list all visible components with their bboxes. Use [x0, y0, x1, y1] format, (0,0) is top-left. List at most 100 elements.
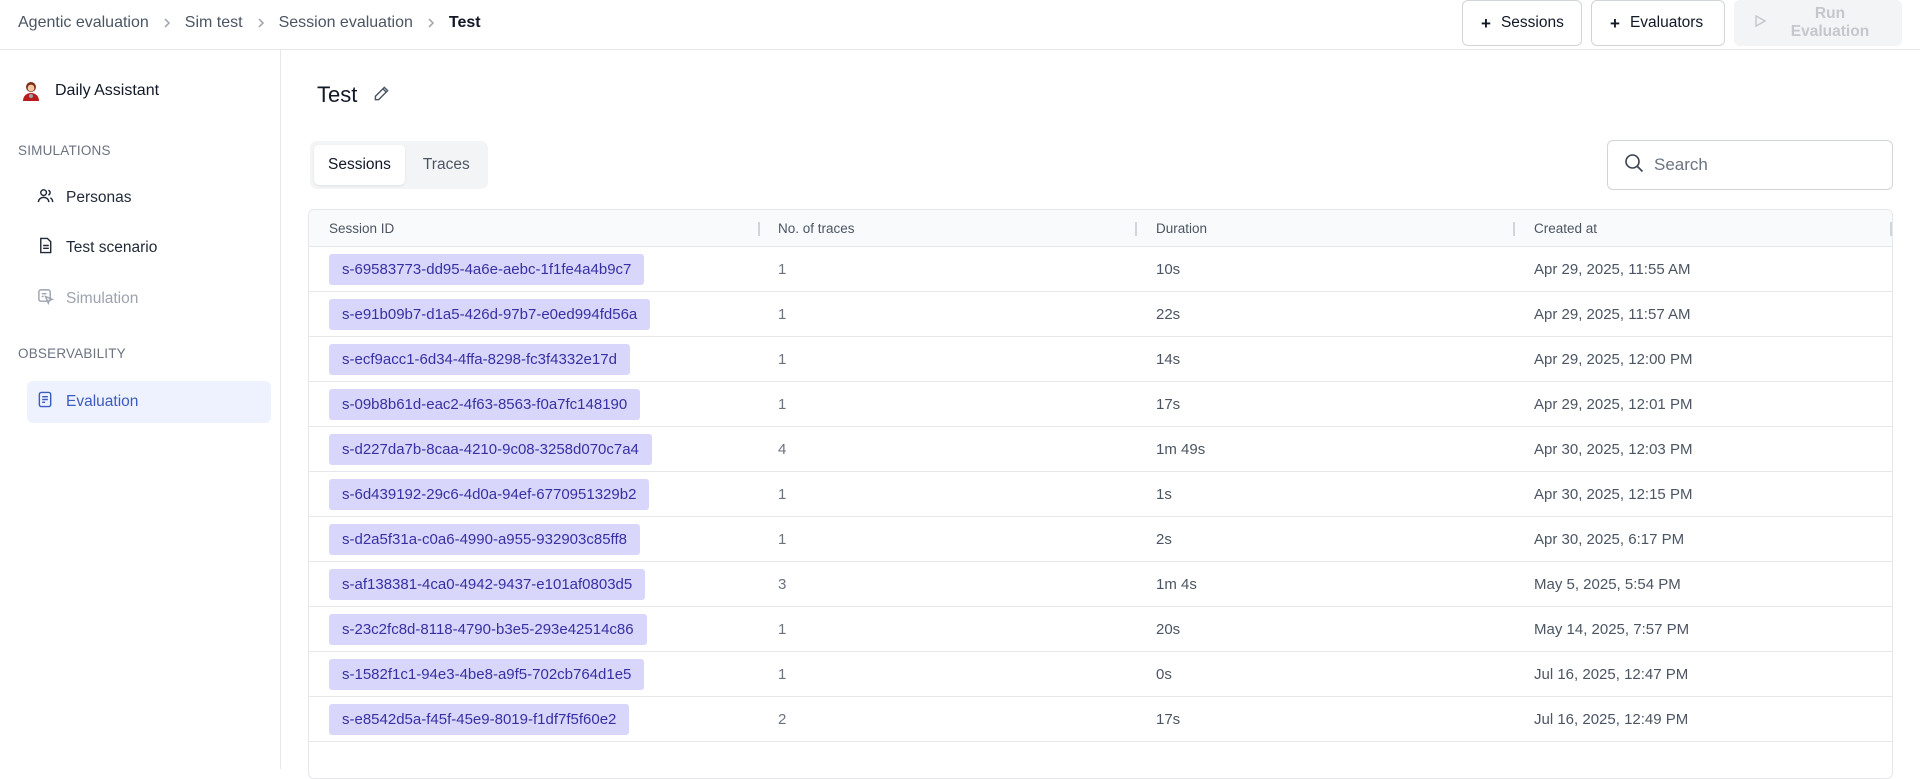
- table-row[interactable]: s-6d439192-29c6-4d0a-94ef-6770951329b2 1 1…: [309, 472, 1892, 517]
- session-id-link[interactable]: s-23c2fc8d-8118-4790-b3e5-293e42514c86: [329, 614, 647, 645]
- cell-created-at: Jul 16, 2025, 12:49 PM: [1534, 711, 1689, 728]
- column-resizer[interactable]: [758, 222, 760, 236]
- cell-duration: 1m 49s: [1156, 441, 1206, 458]
- page-title-row: Test: [317, 82, 390, 108]
- tab-sessions[interactable]: Sessions: [314, 145, 405, 185]
- session-id-link[interactable]: s-09b8b61d-eac2-4f63-8563-f0a7fc148190: [329, 389, 641, 420]
- cell-duration: 2s: [1156, 531, 1172, 548]
- cell-session-id: s-d227da7b-8caa-4210-9c08-3258d070c7a4: [329, 427, 652, 472]
- cell-duration: 10s: [1156, 261, 1181, 278]
- session-id-link[interactable]: s-d2a5f31a-c0a6-4990-a955-932903c85ff8: [329, 524, 640, 555]
- cell-traces: 1: [778, 306, 787, 323]
- simulation-icon: [37, 288, 55, 310]
- cell-traces: 1: [778, 621, 787, 638]
- add-sessions-button[interactable]: + Sessions: [1462, 0, 1582, 46]
- cell-duration: 1m 4s: [1156, 576, 1197, 593]
- column-header-traces[interactable]: No. of traces: [778, 210, 855, 247]
- cell-created-at: Apr 29, 2025, 11:55 AM: [1534, 261, 1691, 278]
- sidebar: Daily Assistant SIMULATIONS Personas Tes…: [0, 50, 281, 769]
- breadcrumb-current: Test: [448, 14, 481, 31]
- plus-icon: +: [1481, 13, 1491, 33]
- sidebar-item-evaluation[interactable]: Evaluation: [27, 381, 271, 423]
- session-id-link[interactable]: s-af138381-4ca0-4942-9437-e101af0803d5: [329, 569, 646, 600]
- pencil-icon[interactable]: [373, 82, 390, 108]
- session-id-link[interactable]: s-ecf9acc1-6d34-4ffa-8298-fc3f4332e17d: [329, 344, 630, 375]
- session-id-link[interactable]: s-d227da7b-8caa-4210-9c08-3258d070c7a4: [329, 434, 652, 465]
- cell-session-id: s-e8542d5a-f45f-45e9-8019-f1df7f5f60e2: [329, 697, 630, 742]
- table-row[interactable]: s-e8542d5a-f45f-45e9-8019-f1df7f5f60e2 2 1…: [309, 697, 1892, 742]
- page-title: Test: [317, 82, 358, 107]
- cell-created-at: May 5, 2025, 5:54 PM: [1534, 576, 1681, 593]
- observability-heading: OBSERVABILITY: [18, 346, 126, 361]
- column-header-duration[interactable]: Duration: [1156, 210, 1207, 247]
- cell-duration: 14s: [1156, 351, 1181, 368]
- top-bar: Agentic evaluation Sim test Session eval…: [0, 0, 1920, 50]
- table-row[interactable]: s-d227da7b-8caa-4210-9c08-3258d070c7a4 4 1…: [309, 427, 1892, 472]
- cell-created-at: Apr 29, 2025, 11:57 AM: [1534, 306, 1691, 323]
- cell-traces: 1: [778, 531, 787, 548]
- play-icon: [1753, 14, 1767, 33]
- session-id-link[interactable]: s-e8542d5a-f45f-45e9-8019-f1df7f5f60e2: [329, 704, 630, 735]
- table-row[interactable]: s-1582f1c1-94e3-4be8-a9f5-702cb764d1e5 1 0…: [309, 652, 1892, 697]
- search-input[interactable]: [1654, 155, 1874, 175]
- sidebar-item-label: Test scenario: [66, 239, 158, 256]
- cell-duration: 20s: [1156, 621, 1181, 638]
- column-resizer[interactable]: [1890, 222, 1892, 236]
- session-id-link[interactable]: s-e91b09b7-d1a5-426d-97b7-e0ed994fd56a: [329, 299, 651, 330]
- chevron-right-icon: [149, 17, 185, 29]
- cell-duration: 17s: [1156, 711, 1181, 728]
- sidebar-item-simulation[interactable]: Simulation: [27, 278, 271, 320]
- sidebar-item-label: Simulation: [66, 290, 139, 307]
- breadcrumb: Agentic evaluation Sim test Session eval…: [18, 0, 481, 46]
- table-row[interactable]: s-23c2fc8d-8118-4790-b3e5-293e42514c86 1 2…: [309, 607, 1892, 652]
- chevron-right-icon: [413, 17, 449, 29]
- add-sessions-label: Sessions: [1500, 14, 1564, 31]
- column-resizer[interactable]: [1135, 222, 1137, 236]
- table-row[interactable]: s-ecf9acc1-6d34-4ffa-8298-fc3f4332e17d 1 1…: [309, 337, 1892, 382]
- cell-traces: 3: [778, 576, 787, 593]
- cell-traces: 4: [778, 441, 787, 458]
- cell-duration: 17s: [1156, 396, 1181, 413]
- cell-session-id: s-ecf9acc1-6d34-4ffa-8298-fc3f4332e17d: [329, 337, 630, 382]
- cell-session-id: s-69583773-dd95-4a6e-aebc-1f1fe4a4b9c7: [329, 247, 645, 292]
- table-row[interactable]: s-69583773-dd95-4a6e-aebc-1f1fe4a4b9c7 1 1…: [309, 247, 1892, 292]
- table-row[interactable]: s-09b8b61d-eac2-4f63-8563-f0a7fc148190 1 1…: [309, 382, 1892, 427]
- column-header-created-at[interactable]: Created at: [1534, 210, 1597, 247]
- simulations-heading: SIMULATIONS: [18, 143, 111, 158]
- cell-created-at: May 14, 2025, 7:57 PM: [1534, 621, 1690, 638]
- session-id-link[interactable]: s-1582f1c1-94e3-4be8-a9f5-702cb764d1e5: [329, 659, 645, 690]
- cell-traces: 2: [778, 711, 787, 728]
- session-id-link[interactable]: s-6d439192-29c6-4d0a-94ef-6770951329b2: [329, 479, 650, 510]
- cell-session-id: s-af138381-4ca0-4942-9437-e101af0803d5: [329, 562, 646, 607]
- breadcrumb-sim-test[interactable]: Sim test: [185, 14, 243, 32]
- cell-created-at: Apr 29, 2025, 12:01 PM: [1534, 396, 1693, 413]
- plus-icon: +: [1610, 13, 1620, 33]
- top-actions: + Sessions + Evaluators Run Evaluation: [1462, 0, 1902, 46]
- users-icon: [37, 187, 54, 209]
- chevron-right-icon: [243, 17, 279, 29]
- search-icon: [1624, 153, 1644, 177]
- sidebar-item-test-scenario[interactable]: Test scenario: [27, 227, 271, 269]
- cell-duration: 0s: [1156, 666, 1172, 683]
- cell-session-id: s-09b8b61d-eac2-4f63-8563-f0a7fc148190: [329, 382, 641, 427]
- table-row[interactable]: s-d2a5f31a-c0a6-4990-a955-932903c85ff8 1 2…: [309, 517, 1892, 562]
- column-resizer[interactable]: [1513, 222, 1515, 236]
- cell-created-at: Jul 16, 2025, 12:47 PM: [1534, 666, 1689, 683]
- tab-traces[interactable]: Traces: [409, 145, 484, 185]
- breadcrumb-session-evaluation[interactable]: Session evaluation: [279, 14, 413, 32]
- cell-created-at: Apr 30, 2025, 12:15 PM: [1534, 486, 1693, 503]
- column-header-session-id[interactable]: Session ID: [329, 210, 394, 247]
- tab-bar: Sessions Traces: [310, 141, 488, 189]
- session-id-link[interactable]: s-69583773-dd95-4a6e-aebc-1f1fe4a4b9c7: [329, 254, 645, 285]
- sidebar-item-personas[interactable]: Personas: [27, 177, 271, 219]
- table-row[interactable]: s-e91b09b7-d1a5-426d-97b7-e0ed994fd56a 1 2…: [309, 292, 1892, 337]
- agent-name: Daily Assistant: [55, 82, 160, 99]
- evaluation-icon: [37, 391, 54, 413]
- add-evaluators-label: Evaluators: [1629, 14, 1704, 31]
- add-evaluators-button[interactable]: + Evaluators: [1591, 0, 1725, 46]
- cell-session-id: s-e91b09b7-d1a5-426d-97b7-e0ed994fd56a: [329, 292, 651, 337]
- run-evaluation-button[interactable]: Run Evaluation: [1734, 0, 1902, 46]
- breadcrumb-agentic-evaluation[interactable]: Agentic evaluation: [18, 14, 149, 32]
- table-row[interactable]: s-af138381-4ca0-4942-9437-e101af0803d5 3 1…: [309, 562, 1892, 607]
- agent-selector[interactable]: Daily Assistant: [20, 80, 159, 102]
